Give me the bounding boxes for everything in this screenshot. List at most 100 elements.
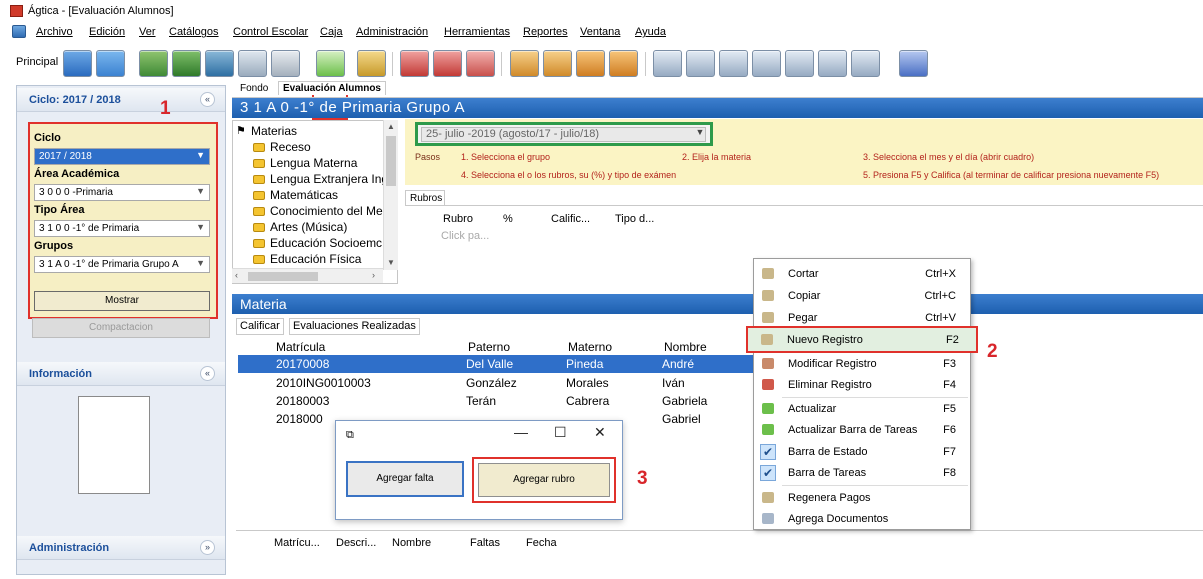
tree-item[interactable]: Conocimiento del Me xyxy=(270,204,383,218)
menu-item-barra-estado[interactable]: ✔ Barra de Estado F7 xyxy=(754,441,970,463)
column-faltas[interactable]: Faltas xyxy=(470,537,500,549)
cycle-header[interactable]: Ciclo: 2017 / 2018 « xyxy=(17,88,225,112)
toolbar-button-evaluation[interactable] xyxy=(316,50,345,77)
toolbar-button-17[interactable] xyxy=(686,50,715,77)
column-fecha[interactable]: Fecha xyxy=(526,537,557,549)
column-calific[interactable]: Calific... xyxy=(551,213,590,225)
tree-item[interactable]: Lengua Extranjera Ing xyxy=(270,172,388,186)
menu-administracion[interactable]: Administración xyxy=(356,26,428,38)
toolbar-button-19[interactable] xyxy=(752,50,781,77)
table-row[interactable]: 20170008 Del Valle Pineda André xyxy=(238,355,756,373)
menu-app-icon[interactable] xyxy=(12,25,26,38)
menu-edicion[interactable]: Edición xyxy=(89,26,125,38)
click-to-add-row[interactable]: Click pa... xyxy=(441,230,489,242)
collapse-icon[interactable]: « xyxy=(200,366,215,381)
tree-root[interactable]: Materias xyxy=(251,124,297,138)
table-row[interactable]: 2010ING0010003 González Morales Iván xyxy=(238,374,756,392)
menu-reportes[interactable]: Reportes xyxy=(523,26,568,38)
tab-calificar[interactable]: Calificar xyxy=(236,318,284,335)
tree-item[interactable]: Matemáticas xyxy=(270,188,338,202)
tree-vertical-scrollbar[interactable]: ▲ ▼ xyxy=(383,120,398,270)
menu-item-modificar-registro[interactable]: Modificar Registro F3 xyxy=(754,353,970,375)
menu-catalogos[interactable]: Catálogos xyxy=(169,26,219,38)
toolbar-button-14[interactable] xyxy=(576,50,605,77)
column-rubro[interactable]: Rubro xyxy=(443,213,473,225)
tab-evaluacion[interactable]: Evaluación Alumnos xyxy=(278,81,386,95)
toolbar-button-9[interactable] xyxy=(400,50,429,77)
mostrar-button[interactable]: Mostrar xyxy=(34,291,210,311)
toolbar-button-6[interactable] xyxy=(238,50,267,77)
scroll-down-icon[interactable]: ▼ xyxy=(387,258,395,267)
toolbar-button-2[interactable] xyxy=(96,50,125,77)
menu-item-nuevo-registro[interactable]: Nuevo Registro F2 xyxy=(746,326,978,353)
menu-item-cortar[interactable]: Cortar Ctrl+X xyxy=(754,263,970,285)
tree-item[interactable]: Artes (Música) xyxy=(270,220,347,234)
tab-evaluaciones-realizadas[interactable]: Evaluaciones Realizadas xyxy=(289,318,420,335)
menu-item-actualizar[interactable]: Actualizar F5 xyxy=(754,398,970,420)
menu-herramientas[interactable]: Herramientas xyxy=(444,26,510,38)
column-descripcion[interactable]: Descri... xyxy=(336,537,376,549)
grupos-select[interactable]: 3 1 A 0 -1° de Primaria Grupo A ▼ xyxy=(34,256,210,273)
menu-ayuda[interactable]: Ayuda xyxy=(635,26,666,38)
admin-header[interactable]: Administración » xyxy=(17,536,225,560)
area-select[interactable]: 3 0 0 0 -Primaria ▼ xyxy=(34,184,210,201)
tipo-select[interactable]: 3 1 0 0 -1° de Primaria ▼ xyxy=(34,220,210,237)
tab-fondo[interactable]: Fondo xyxy=(240,83,268,94)
column-percent[interactable]: % xyxy=(503,213,513,225)
toolbar-button-3[interactable] xyxy=(139,50,168,77)
column-matricula[interactable]: Matrícula xyxy=(276,340,325,354)
column-paterno[interactable]: Paterno xyxy=(468,340,510,354)
chevron-down-icon[interactable]: ▼ xyxy=(693,127,707,141)
toolbar-button-16[interactable] xyxy=(653,50,682,77)
tab-rubros[interactable]: Rubros xyxy=(405,190,445,206)
tree-item[interactable]: Lengua Materna xyxy=(270,156,357,170)
scroll-right-icon[interactable]: › xyxy=(372,270,375,280)
tree-item[interactable]: Educación Física xyxy=(270,252,361,266)
menu-ver[interactable]: Ver xyxy=(139,26,156,38)
collapse-icon[interactable]: « xyxy=(200,92,215,107)
toolbar-button-4[interactable] xyxy=(172,50,201,77)
toolbar-button-1[interactable] xyxy=(63,50,92,77)
column-nombre[interactable]: Nombre xyxy=(392,537,431,549)
toolbar-button-8[interactable] xyxy=(357,50,386,77)
menu-item-actualizar-barra[interactable]: Actualizar Barra de Tareas F6 xyxy=(754,419,970,441)
agregar-falta-button[interactable]: Agregar falta xyxy=(346,461,464,497)
toolbar-button-21[interactable] xyxy=(818,50,847,77)
toolbar-button-clock[interactable] xyxy=(271,50,300,77)
menu-item-eliminar-registro[interactable]: Eliminar Registro F4 xyxy=(754,374,970,396)
expand-icon[interactable]: » xyxy=(200,540,215,555)
scroll-up-icon[interactable]: ▲ xyxy=(387,122,395,131)
column-nombre[interactable]: Nombre xyxy=(664,340,707,354)
column-matricula[interactable]: Matrícu... xyxy=(274,537,320,549)
menu-ventana[interactable]: Ventana xyxy=(580,26,620,38)
menu-control-escolar[interactable]: Control Escolar xyxy=(233,26,308,38)
tree-item[interactable]: Educación Socioemc xyxy=(270,236,382,250)
close-icon[interactable]: ✕ xyxy=(594,424,606,441)
scroll-thumb[interactable] xyxy=(248,272,318,281)
tree-item[interactable]: Receso xyxy=(270,140,311,154)
toolbar-button-5[interactable] xyxy=(205,50,234,77)
info-header[interactable]: Información « xyxy=(17,362,225,386)
scroll-left-icon[interactable]: ‹ xyxy=(235,270,238,280)
toolbar-button-11[interactable] xyxy=(466,50,495,77)
tree-horizontal-scrollbar[interactable]: ‹ › xyxy=(232,268,383,283)
maximize-icon[interactable]: ☐ xyxy=(554,424,567,441)
menu-item-regenera-pagos[interactable]: Regenera Pagos xyxy=(754,487,970,509)
menu-caja[interactable]: Caja xyxy=(320,26,343,38)
compactacion-button[interactable]: Compactacion xyxy=(32,318,210,338)
menu-item-barra-tareas[interactable]: ✔ Barra de Tareas F8 xyxy=(754,462,970,484)
minimize-icon[interactable]: — xyxy=(514,424,528,440)
toolbar-button-13[interactable] xyxy=(543,50,572,77)
menu-archivo[interactable]: Archivo xyxy=(36,26,73,38)
date-select[interactable]: 25- julio -2019 (agosto/17 - julio/18) ▼ xyxy=(415,122,713,146)
menu-item-copiar[interactable]: Copiar Ctrl+C xyxy=(754,285,970,307)
toolbar-button-15[interactable] xyxy=(609,50,638,77)
menu-item-agrega-documentos[interactable]: Agrega Documentos xyxy=(754,508,970,530)
table-row[interactable]: 20180003 Terán Cabrera Gabriela xyxy=(238,392,756,410)
scroll-thumb[interactable] xyxy=(386,136,396,186)
toolbar-button-22[interactable] xyxy=(851,50,880,77)
toolbar-button-12[interactable] xyxy=(510,50,539,77)
toolbar-button-20[interactable] xyxy=(785,50,814,77)
toolbar-button-23[interactable] xyxy=(899,50,928,77)
column-tipo[interactable]: Tipo d... xyxy=(615,213,654,225)
